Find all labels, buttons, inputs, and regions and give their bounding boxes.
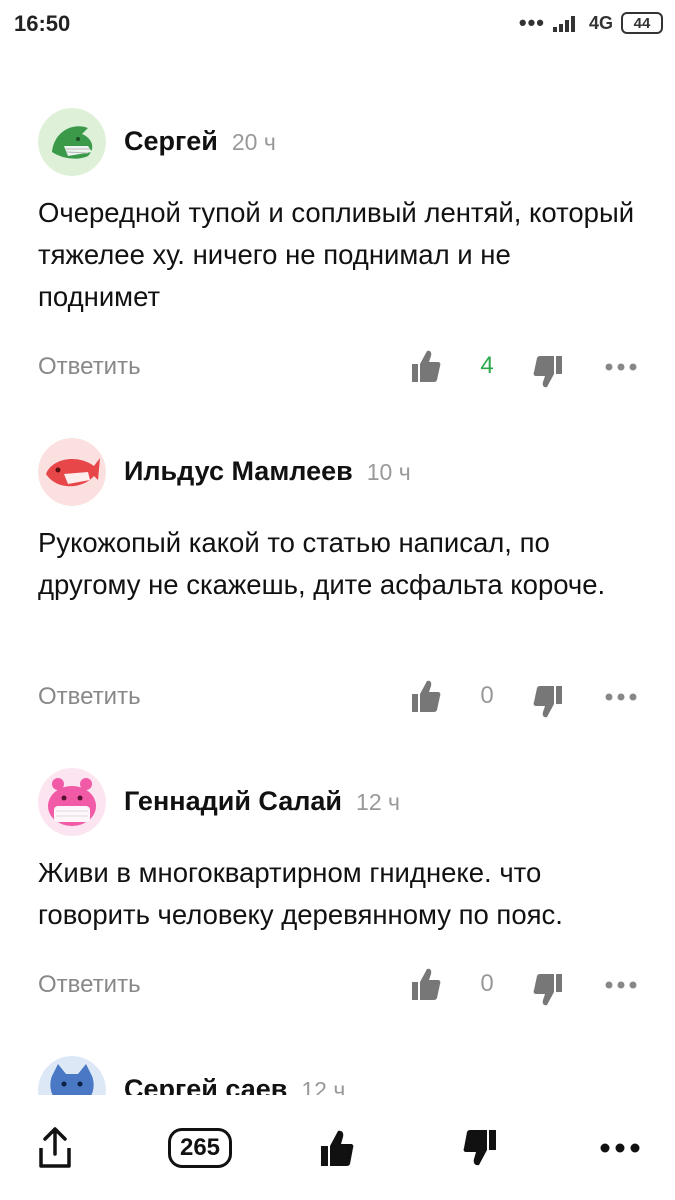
share-icon	[39, 1126, 71, 1168]
more-icon	[600, 1143, 640, 1152]
red-fish-mask-avatar-icon	[38, 438, 106, 506]
comment-feed[interactable]: Сергей 20 ч Очередной тупой и сопливый ле…	[0, 0, 675, 1095]
share-button[interactable]	[20, 1095, 90, 1200]
avatar[interactable]	[38, 1056, 106, 1095]
comment-time: 20 ч	[231, 129, 276, 155]
avatar[interactable]	[38, 438, 106, 506]
like-count: 0	[480, 970, 494, 997]
reply-button[interactable]: Ответить	[38, 353, 141, 381]
dislike-button[interactable]	[455, 1095, 505, 1200]
thumbs-down-icon	[463, 1129, 496, 1165]
comment-text: Живи в многоквартирном гниднеке. что гов…	[38, 857, 563, 930]
comment-author[interactable]: Сергей саев 12 ч	[124, 1074, 345, 1095]
like-count: 4	[480, 352, 494, 379]
comment-author[interactable]: Ильдус Мамлеев 10 ч	[124, 456, 411, 487]
more-button[interactable]	[595, 1095, 645, 1200]
more-icon[interactable]	[604, 970, 638, 1000]
comment-time: 12 ч	[301, 1077, 346, 1095]
thumbs-up-icon[interactable]	[410, 348, 442, 384]
comment-actions: Ответить 0	[0, 678, 675, 718]
comment-author[interactable]: Геннадий Салай 12 ч	[124, 786, 400, 817]
comment-time: 10 ч	[366, 459, 411, 485]
comment-time: 12 ч	[356, 789, 400, 815]
green-dolphin-mask-avatar-icon	[38, 108, 106, 176]
reply-button[interactable]: Ответить	[38, 683, 141, 711]
thumbs-down-icon[interactable]	[532, 354, 564, 390]
author-name: Сергей саев	[124, 1074, 288, 1095]
comment-text: Рукожопый какой то статью написал, по др…	[38, 527, 606, 600]
comment-actions: Ответить 4	[0, 348, 675, 388]
bottom-action-bar: 265	[0, 1095, 675, 1200]
comments-count-button[interactable]: 265	[160, 1095, 240, 1200]
pink-hippo-mask-avatar-icon	[38, 768, 106, 836]
avatar[interactable]	[38, 108, 106, 176]
more-icon[interactable]	[604, 352, 638, 382]
thumbs-up-icon[interactable]	[410, 966, 442, 1002]
comment-actions: Ответить 0	[0, 966, 675, 1006]
author-name: Геннадий Салай	[124, 786, 343, 816]
blue-cat-mask-avatar-icon	[38, 1056, 106, 1095]
reply-button[interactable]: Ответить	[38, 971, 141, 999]
thumbs-up-icon	[321, 1130, 354, 1166]
comment-count-badge: 265	[167, 1127, 233, 1168]
thumbs-down-icon[interactable]	[532, 972, 564, 1008]
comment-author[interactable]: Сергей 20 ч	[124, 126, 276, 157]
more-icon[interactable]	[604, 682, 638, 712]
like-count: 0	[480, 682, 494, 709]
thumbs-down-icon[interactable]	[532, 684, 564, 720]
author-name: Ильдус Мамлеев	[124, 456, 353, 486]
author-name: Сергей	[124, 126, 218, 156]
avatar[interactable]	[38, 768, 106, 836]
comment-text: Очередной тупой и сопливый лентяй, котор…	[38, 197, 635, 312]
like-button[interactable]	[312, 1095, 362, 1200]
thumbs-up-icon[interactable]	[410, 678, 442, 714]
